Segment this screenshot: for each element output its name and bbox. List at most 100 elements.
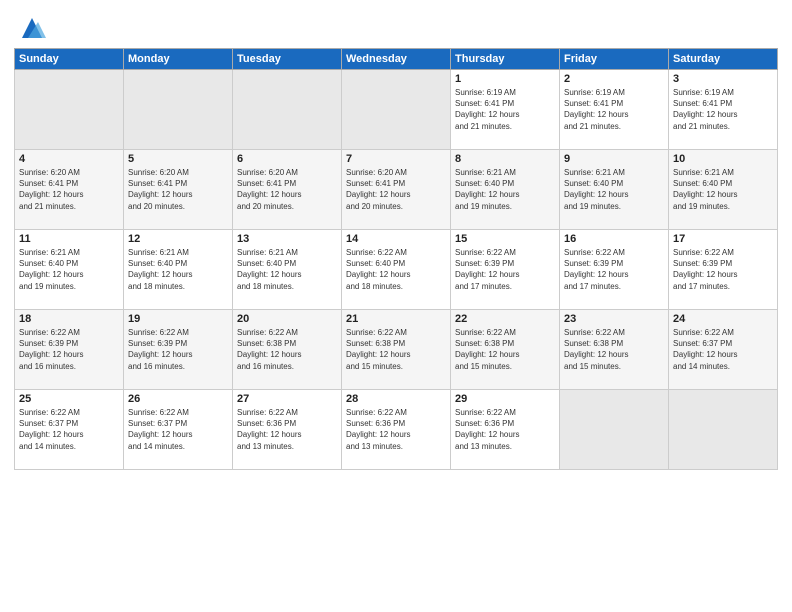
day-info: Sunrise: 6:21 AM Sunset: 6:40 PM Dayligh… (237, 247, 337, 292)
day-number: 17 (673, 233, 773, 245)
day-info: Sunrise: 6:22 AM Sunset: 6:39 PM Dayligh… (128, 327, 228, 372)
day-number: 14 (346, 233, 446, 245)
header-saturday: Saturday (669, 49, 778, 70)
calendar-cell: 21Sunrise: 6:22 AM Sunset: 6:38 PM Dayli… (342, 310, 451, 390)
calendar-cell: 24 Sunrise: 6:22 AM Sunset: 6:37 PM Dayli… (669, 310, 778, 390)
day-info: Sunrise: 6:19 AM Sunset: 6:41 PM Dayligh… (564, 87, 664, 132)
day-info: Sunrise: 6:20 AM Sunset: 6:41 PM Dayligh… (237, 167, 337, 212)
calendar-cell: 27 Sunrise: 6:22 AM Sunset: 6:36 PM Dayli… (233, 390, 342, 470)
day-number: 25 (19, 393, 119, 405)
calendar-cell: 28Sunrise: 6:22 AM Sunset: 6:36 PM Dayli… (342, 390, 451, 470)
calendar-cell: 14Sunrise: 6:22 AM Sunset: 6:40 PM Dayli… (342, 230, 451, 310)
day-info: Sunrise: 6:20 AM Sunset: 6:41 PM Dayligh… (128, 167, 228, 212)
calendar-cell (233, 70, 342, 150)
calendar-cell: 10Sunrise: 6:21 AM Sunset: 6:40 PM Dayli… (669, 150, 778, 230)
calendar-cell (124, 70, 233, 150)
calendar-cell: 11 Sunrise: 6:21 AM Sunset: 6:40 PM Dayli… (15, 230, 124, 310)
calendar-cell (560, 390, 669, 470)
day-info: Sunrise: 6:21 AM Sunset: 6:40 PM Dayligh… (19, 247, 119, 292)
day-info: Sunrise: 6:22 AM Sunset: 6:39 PM Dayligh… (19, 327, 119, 372)
day-number: 5 (128, 153, 228, 165)
day-number: 29 (455, 393, 555, 405)
day-info: Sunrise: 6:22 AM Sunset: 6:37 PM Dayligh… (19, 407, 119, 452)
calendar-cell: 3 Sunrise: 6:19 AM Sunset: 6:41 PM Daylig… (669, 70, 778, 150)
day-info: Sunrise: 6:22 AM Sunset: 6:36 PM Dayligh… (346, 407, 446, 452)
calendar-cell: 6 Sunrise: 6:20 AM Sunset: 6:41 PM Daylig… (233, 150, 342, 230)
calendar-cell: 1Sunrise: 6:19 AM Sunset: 6:41 PM Daylig… (451, 70, 560, 150)
day-number: 21 (346, 313, 446, 325)
header (14, 10, 778, 42)
week-row-1: 4 Sunrise: 6:20 AM Sunset: 6:41 PM Daylig… (15, 150, 778, 230)
day-info: Sunrise: 6:22 AM Sunset: 6:39 PM Dayligh… (673, 247, 773, 292)
day-number: 10 (673, 153, 773, 165)
header-tuesday: Tuesday (233, 49, 342, 70)
calendar-cell: 12 Sunrise: 6:21 AM Sunset: 6:40 PM Dayli… (124, 230, 233, 310)
calendar-cell: 13 Sunrise: 6:21 AM Sunset: 6:40 PM Dayli… (233, 230, 342, 310)
day-info: Sunrise: 6:21 AM Sunset: 6:40 PM Dayligh… (128, 247, 228, 292)
day-number: 3 (673, 73, 773, 85)
calendar-cell (342, 70, 451, 150)
calendar-cell (669, 390, 778, 470)
day-info: Sunrise: 6:22 AM Sunset: 6:39 PM Dayligh… (455, 247, 555, 292)
calendar-cell: 26 Sunrise: 6:22 AM Sunset: 6:37 PM Dayli… (124, 390, 233, 470)
calendar-cell: 4 Sunrise: 6:20 AM Sunset: 6:41 PM Daylig… (15, 150, 124, 230)
calendar-cell: 9 Sunrise: 6:21 AM Sunset: 6:40 PM Daylig… (560, 150, 669, 230)
week-row-0: 1 Sunrise: 6:19 AM Sunset: 6:41 PM Daylig… (15, 70, 778, 150)
week-row-4: 25 Sunrise: 6:22 AM Sunset: 6:37 PM Dayli… (15, 390, 778, 470)
day-info: Sunrise: 6:21 AM Sunset: 6:40 PM Dayligh… (564, 167, 664, 212)
day-number: 22 (455, 313, 555, 325)
calendar-cell: 7 Sunrise: 6:20 AM Sunset: 6:41 PM Daylig… (342, 150, 451, 230)
day-info: Sunrise: 6:22 AM Sunset: 6:37 PM Dayligh… (128, 407, 228, 452)
header-wednesday: Wednesday (342, 49, 451, 70)
header-monday: Monday (124, 49, 233, 70)
day-number: 1 (455, 73, 555, 85)
day-number: 13 (237, 233, 337, 245)
logo-icon (18, 14, 46, 42)
day-info: Sunrise: 6:19 AM Sunset: 6:41 PM Dayligh… (673, 87, 773, 132)
day-number: 12 (128, 233, 228, 245)
day-number: 18 (19, 313, 119, 325)
week-row-3: 18 Sunrise: 6:22 AM Sunset: 6:39 PM Dayli… (15, 310, 778, 390)
calendar-cell: 19Sunrise: 6:22 AM Sunset: 6:39 PM Dayli… (124, 310, 233, 390)
day-info: Sunrise: 6:22 AM Sunset: 6:38 PM Dayligh… (455, 327, 555, 372)
calendar-table: SundayMondayTuesdayWednesdayThursdayFrid… (14, 48, 778, 470)
day-info: Sunrise: 6:22 AM Sunset: 6:37 PM Dayligh… (673, 327, 773, 372)
day-info: Sunrise: 6:22 AM Sunset: 6:36 PM Dayligh… (455, 407, 555, 452)
day-info: Sunrise: 6:20 AM Sunset: 6:41 PM Dayligh… (19, 167, 119, 212)
day-info: Sunrise: 6:22 AM Sunset: 6:38 PM Dayligh… (564, 327, 664, 372)
calendar-cell: 15 Sunrise: 6:22 AM Sunset: 6:39 PM Dayli… (451, 230, 560, 310)
calendar-cell: 22 Sunrise: 6:22 AM Sunset: 6:38 PM Dayli… (451, 310, 560, 390)
day-number: 6 (237, 153, 337, 165)
calendar-cell: 18 Sunrise: 6:22 AM Sunset: 6:39 PM Dayli… (15, 310, 124, 390)
day-number: 8 (455, 153, 555, 165)
day-number: 16 (564, 233, 664, 245)
day-number: 26 (128, 393, 228, 405)
day-number: 4 (19, 153, 119, 165)
day-number: 9 (564, 153, 664, 165)
day-info: Sunrise: 6:22 AM Sunset: 6:38 PM Dayligh… (237, 327, 337, 372)
day-info: Sunrise: 6:20 AM Sunset: 6:41 PM Dayligh… (346, 167, 446, 212)
day-info: Sunrise: 6:22 AM Sunset: 6:39 PM Dayligh… (564, 247, 664, 292)
day-number: 27 (237, 393, 337, 405)
calendar-cell (15, 70, 124, 150)
calendar-cell: 25 Sunrise: 6:22 AM Sunset: 6:37 PM Dayli… (15, 390, 124, 470)
day-info: Sunrise: 6:22 AM Sunset: 6:36 PM Dayligh… (237, 407, 337, 452)
logo (14, 14, 46, 42)
day-number: 2 (564, 73, 664, 85)
calendar-cell: 2 Sunrise: 6:19 AM Sunset: 6:41 PM Daylig… (560, 70, 669, 150)
day-number: 20 (237, 313, 337, 325)
day-number: 15 (455, 233, 555, 245)
day-number: 7 (346, 153, 446, 165)
header-thursday: Thursday (451, 49, 560, 70)
page: SundayMondayTuesdayWednesdayThursdayFrid… (0, 0, 792, 612)
calendar-cell: 8Sunrise: 6:21 AM Sunset: 6:40 PM Daylig… (451, 150, 560, 230)
day-number: 24 (673, 313, 773, 325)
header-friday: Friday (560, 49, 669, 70)
header-row: SundayMondayTuesdayWednesdayThursdayFrid… (15, 49, 778, 70)
calendar-cell: 16 Sunrise: 6:22 AM Sunset: 6:39 PM Dayli… (560, 230, 669, 310)
calendar-cell: 20 Sunrise: 6:22 AM Sunset: 6:38 PM Dayli… (233, 310, 342, 390)
calendar-cell: 17 Sunrise: 6:22 AM Sunset: 6:39 PM Dayli… (669, 230, 778, 310)
header-sunday: Sunday (15, 49, 124, 70)
calendar-cell: 23Sunrise: 6:22 AM Sunset: 6:38 PM Dayli… (560, 310, 669, 390)
day-number: 11 (19, 233, 119, 245)
